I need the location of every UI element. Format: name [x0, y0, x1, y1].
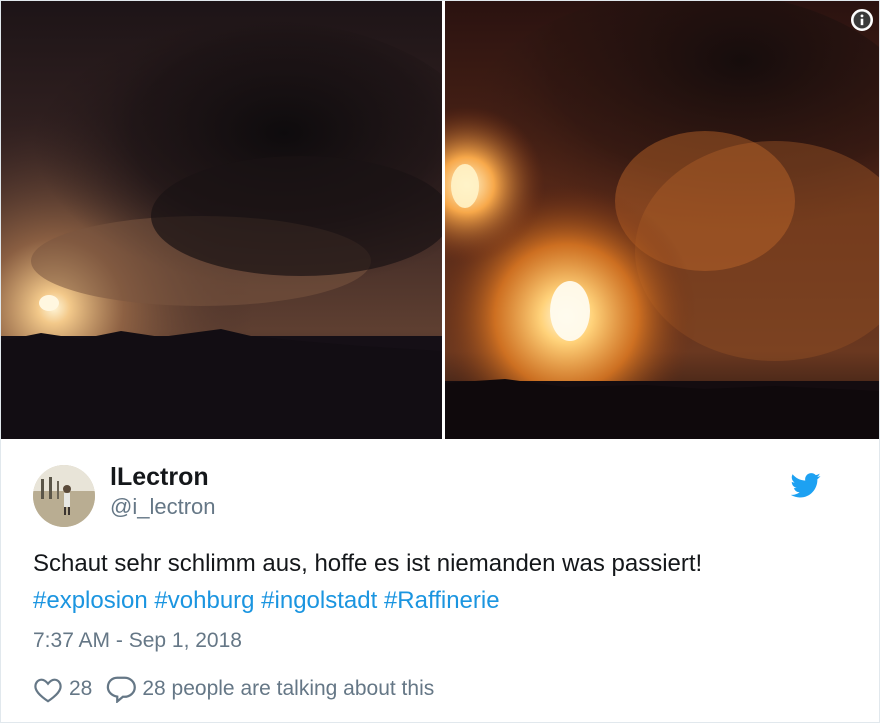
conversation-text: 28 people are talking about this	[142, 677, 435, 700]
tweet-photo-2[interactable]	[445, 1, 879, 439]
tweet-hashtags: #explosion #vohburg #ingolstadt #Raffine…	[33, 582, 847, 619]
hashtag-explosion[interactable]: #explosion	[33, 587, 148, 614]
conversation-link[interactable]: 28 people are talking about this	[106, 675, 434, 703]
like-button[interactable]: 28	[33, 676, 92, 703]
speech-bubble-icon	[107, 676, 137, 703]
author-names: lLectron @i_lectron	[110, 461, 216, 521]
tweet-actions: 28 28 people are talking about this	[33, 675, 847, 703]
twitter-bird-icon[interactable]	[790, 473, 821, 503]
tweet-photo-1[interactable]	[1, 1, 442, 439]
tweet-timestamp[interactable]: 7:37 AM - Sep 1, 2018	[33, 629, 847, 653]
tweet-body: lLectron @i_lectron Schaut sehr schlimm …	[1, 439, 879, 703]
like-count: 28	[69, 677, 93, 700]
heart-icon	[34, 678, 62, 702]
tweet-text: Schaut sehr schlimm aus, hoffe es ist ni…	[33, 545, 847, 619]
refinery-fire-photo	[445, 1, 879, 439]
refinery-night-photo	[1, 1, 442, 439]
tweet-author-row: lLectron @i_lectron	[33, 439, 847, 527]
embedded-tweet-card: lLectron @i_lectron Schaut sehr schlimm …	[0, 0, 880, 723]
hashtag-ingolstadt[interactable]: #ingolstadt	[261, 587, 377, 614]
info-icon[interactable]	[851, 9, 873, 31]
hashtag-raffinerie[interactable]: #Raffinerie	[384, 587, 500, 614]
author-display-name[interactable]: lLectron	[110, 461, 216, 493]
hashtag-vohburg[interactable]: #vohburg	[154, 587, 254, 614]
avatar[interactable]	[33, 465, 95, 527]
author-handle[interactable]: @i_lectron	[110, 493, 216, 521]
tweet-media-grid	[1, 1, 879, 439]
tweet-text-line: Schaut sehr schlimm aus, hoffe es ist ni…	[33, 550, 703, 577]
